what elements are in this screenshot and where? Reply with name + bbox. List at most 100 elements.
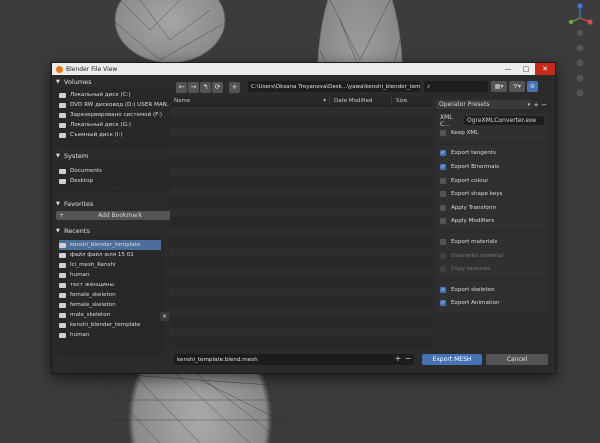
nav-toolbar: ← → ↰ ⟳ + — [176, 81, 241, 93]
volume-item[interactable]: DVD RW дисковод (D:) USER MAN... — [59, 100, 173, 110]
checkbox-icon[interactable] — [440, 204, 446, 211]
decrement-button[interactable]: − — [403, 354, 413, 363]
operator-group-4: ✓ Export skeleton ✓ Export Animation — [436, 280, 548, 313]
option-keep-xml[interactable]: Keep XML — [440, 126, 544, 140]
file-row — [170, 267, 432, 277]
chevron-down-icon: ▼ — [56, 153, 60, 159]
parent-dir-icon[interactable]: ↰ — [200, 81, 211, 93]
chevron-down-icon: ▼ — [56, 201, 60, 207]
desktop-icon — [59, 178, 66, 184]
option-apply-modifiers[interactable]: Apply Modifiers — [440, 215, 544, 229]
option-apply-transform[interactable]: Apply Transform — [440, 201, 544, 215]
recent-item[interactable]: Ici_mesh_Kenshi — [59, 260, 161, 270]
recent-item[interactable]: тест женщины — [59, 280, 161, 290]
recent-item[interactable]: файл файл юля 15 01 — [59, 250, 161, 260]
file-row — [170, 107, 432, 117]
volumes-header[interactable]: ▼ Volumes — [56, 77, 176, 87]
export-mesh-button[interactable]: Export MESH — [422, 354, 482, 365]
clear-recents-button[interactable]: ✕ — [160, 312, 169, 321]
file-list-header: Name ▾ Date Modified Size — [170, 96, 432, 106]
volumes-panel: Локальный диск (C:) DVD RW дисковод (D:)… — [56, 87, 176, 148]
resize-grip-icon[interactable]: ···· — [59, 140, 173, 145]
search-input[interactable]: ⌕ — [424, 81, 488, 92]
recent-item[interactable]: female_skeleton — [59, 290, 161, 300]
file-row — [170, 307, 432, 317]
file-row — [170, 247, 432, 257]
volume-item[interactable]: Зарезервировано системой (F:) — [59, 110, 173, 120]
file-list[interactable]: Name ▾ Date Modified Size — [170, 96, 432, 349]
increment-button[interactable]: + — [393, 354, 403, 363]
resize-grip-icon[interactable]: ···· — [59, 186, 173, 191]
checkbox-icon[interactable] — [440, 191, 446, 198]
checkbox-icon[interactable] — [440, 177, 446, 184]
option-export-binormals[interactable]: ✓ Export Binormals — [440, 160, 544, 174]
filter-button[interactable]: ⛛▾ — [509, 81, 525, 92]
file-dialog: Blender File View — □ ✕ ▼ Volumes Локаль… — [51, 62, 556, 374]
folder-icon — [59, 168, 66, 174]
refresh-icon[interactable]: ⟳ — [212, 81, 223, 93]
file-row — [170, 187, 432, 197]
cancel-button[interactable]: Cancel — [486, 354, 548, 365]
favorites-header[interactable]: ▼ Favorites — [56, 199, 176, 209]
checkbox-icon[interactable] — [440, 129, 446, 136]
option-export-skeleton[interactable]: ✓ Export skeleton — [440, 283, 544, 297]
xml-converter-input[interactable]: OgreXMLConverter.exe — [464, 116, 544, 125]
system-header[interactable]: ▼ System — [56, 151, 176, 161]
file-row — [170, 277, 432, 287]
column-date-modified[interactable]: Date Modified — [330, 96, 392, 105]
minimize-button[interactable]: — — [499, 63, 517, 75]
close-button[interactable]: ✕ — [535, 63, 555, 75]
maximize-button[interactable]: □ — [517, 63, 535, 75]
option-export-materials[interactable]: Export materials — [440, 235, 544, 249]
sort-chevron-icon: ▾ — [323, 97, 326, 104]
column-name[interactable]: Name ▾ — [170, 96, 330, 105]
option-export-colour[interactable]: Export colour — [440, 174, 544, 188]
option-export-shape-keys[interactable]: Export shape keys — [440, 187, 544, 201]
operator-presets-dropdown[interactable]: Operator Presets ▾ — [436, 100, 532, 109]
add-preset-button[interactable]: + — [532, 101, 540, 109]
forward-arrow-icon[interactable]: → — [188, 81, 199, 93]
operator-group-3: Export materials Overwrite material Copy t… — [436, 233, 548, 278]
new-folder-icon[interactable]: + — [229, 81, 240, 93]
file-row — [170, 207, 432, 217]
option-export-animation[interactable]: ✓ Export Animation — [440, 297, 544, 311]
back-arrow-icon[interactable]: ← — [176, 81, 187, 93]
file-row — [170, 317, 432, 327]
file-row — [170, 147, 432, 157]
operator-group-2: ✓ Export tangents ✓ Export Binormals Export … — [436, 144, 548, 231]
filename-input[interactable]: kenshi_template.blend.mesh — [174, 354, 414, 365]
display-mode-button[interactable]: ▦▾ — [491, 81, 507, 92]
gear-icon[interactable]: ⚙ — [527, 81, 538, 92]
file-row — [170, 327, 432, 337]
recents-panel: kenshi_blender_template файл файл юля 15 … — [56, 236, 164, 356]
recent-item[interactable]: kenshi_blender_template — [59, 240, 161, 250]
recent-item[interactable]: human — [59, 270, 161, 280]
volume-item[interactable]: Локальный диск (G:) — [59, 120, 173, 130]
checkbox-checked-icon[interactable]: ✓ — [440, 163, 446, 170]
file-row — [170, 127, 432, 137]
recents-header[interactable]: ▼ Recents — [56, 226, 176, 236]
option-export-tangents[interactable]: ✓ Export tangents — [440, 147, 544, 161]
add-bookmark-button[interactable]: + Add Bookmark — [56, 211, 176, 220]
remove-preset-button[interactable]: − — [540, 101, 548, 109]
dialog-titlebar: Blender File View — □ ✕ — [52, 63, 555, 75]
checkbox-icon[interactable] — [440, 218, 446, 225]
checkbox-checked-icon[interactable]: ✓ — [440, 286, 446, 293]
path-input[interactable]: C:\Users\Oksana Troyanova\Desk...\yawa\k… — [248, 81, 420, 92]
column-size[interactable]: Size — [392, 96, 432, 105]
navigation-gizmo[interactable] — [560, 0, 600, 110]
recent-item[interactable]: female_skeleton — [59, 300, 161, 310]
file-row — [170, 237, 432, 247]
volume-item[interactable]: Локальный диск (C:) — [59, 90, 173, 100]
checkbox-checked-icon[interactable]: ✓ — [440, 300, 446, 307]
checkbox-icon[interactable] — [440, 238, 446, 245]
recent-item[interactable]: kenshi_blender_template — [59, 320, 161, 330]
system-item-documents[interactable]: Documents — [59, 166, 173, 176]
recent-item[interactable]: male_skeleton — [59, 310, 161, 320]
file-row — [170, 217, 432, 227]
resize-grip-icon[interactable]: ···· — [59, 340, 161, 345]
sidebar: ▼ Volumes Локальный диск (C:) DVD RW дис… — [56, 77, 176, 373]
folder-icon — [59, 282, 66, 288]
folder-icon — [59, 302, 66, 308]
checkbox-checked-icon[interactable]: ✓ — [440, 150, 446, 157]
